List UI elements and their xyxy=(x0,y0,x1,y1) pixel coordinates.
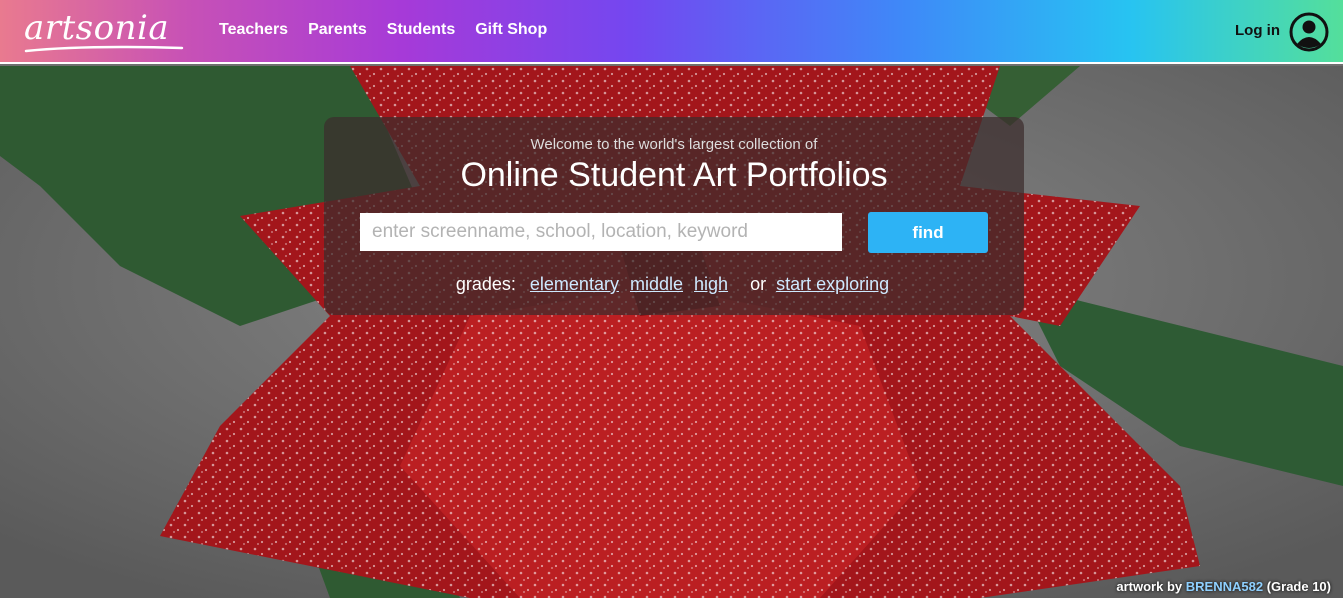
artsonia-logo[interactable]: artsonia xyxy=(24,10,184,54)
find-button[interactable]: find xyxy=(868,212,988,253)
top-navigation-bar: artsonia Teachers Parents Students Gift … xyxy=(0,0,1343,64)
logo-text: artsonia xyxy=(24,8,170,48)
credit-prefix: artwork by xyxy=(1116,579,1183,594)
start-exploring-link[interactable]: start exploring xyxy=(776,274,889,294)
nav-gift-shop-link[interactable]: Gift Shop xyxy=(475,20,547,40)
search-input[interactable] xyxy=(360,213,842,251)
main-nav: Teachers Parents Students Gift Shop xyxy=(219,20,547,40)
credit-grade: (Grade 10) xyxy=(1266,579,1331,594)
login-link[interactable]: Log in xyxy=(1235,21,1280,41)
grade-high-link[interactable]: high xyxy=(694,274,728,294)
grade-middle-link[interactable]: middle xyxy=(630,274,683,294)
page-headline: Online Student Art Portfolios xyxy=(460,156,888,194)
nav-parents-link[interactable]: Parents xyxy=(308,20,367,40)
user-circle-icon[interactable] xyxy=(1289,12,1329,52)
grade-elementary-link[interactable]: elementary xyxy=(530,274,619,294)
grades-row: grades: elementary middle high or start … xyxy=(324,273,1024,295)
search-panel: Welcome to the world's largest collectio… xyxy=(324,117,1024,315)
grades-label: grades: xyxy=(455,274,516,294)
nav-students-link[interactable]: Students xyxy=(387,20,455,40)
or-label: or xyxy=(750,274,767,294)
artist-link[interactable]: BRENNA582 xyxy=(1186,579,1263,594)
artwork-credit: artwork by BRENNA582 (Grade 10) xyxy=(1116,579,1331,594)
welcome-text: Welcome to the world's largest collectio… xyxy=(530,136,818,153)
logo-swoosh-icon xyxy=(24,45,184,53)
nav-teachers-link[interactable]: Teachers xyxy=(219,20,288,40)
